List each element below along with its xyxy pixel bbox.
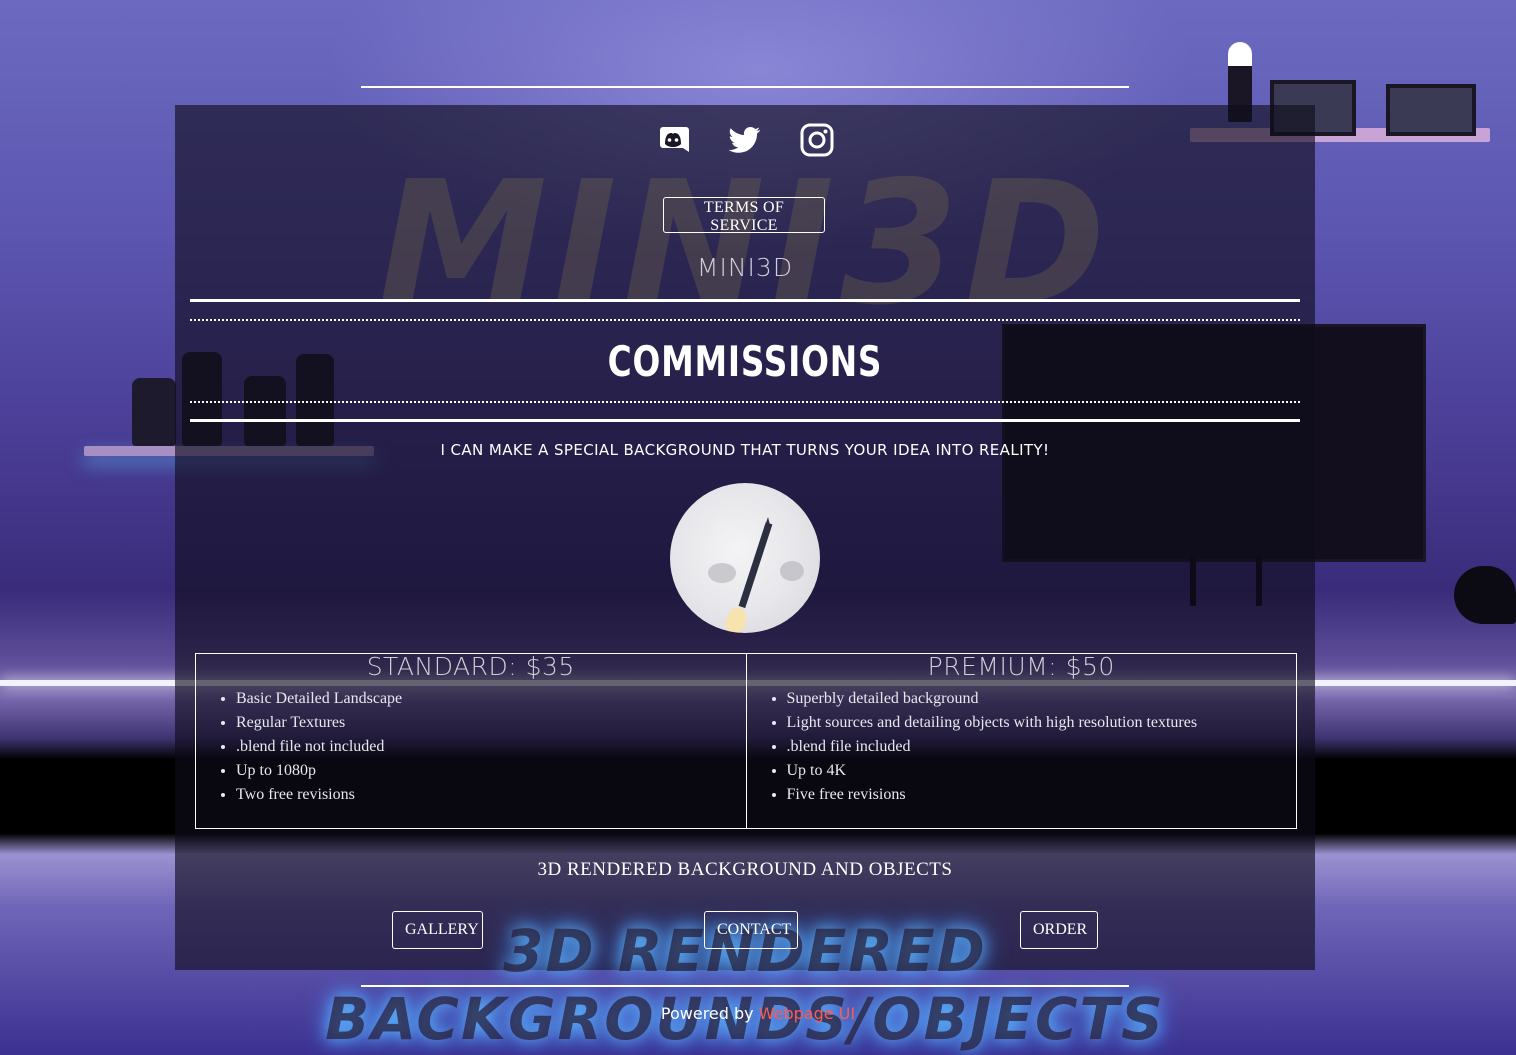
feature-item: .blend file included	[787, 735, 1297, 759]
feature-item: Basic Detailed Landscape	[236, 687, 746, 711]
brand-name: MINI3D	[696, 253, 794, 282]
bottom-divider	[361, 985, 1129, 987]
tier-premium: PREMIUM: $50 Superbly detailed backgroun…	[745, 652, 1297, 828]
feature-item: Five free revisions	[787, 783, 1297, 807]
feature-item: Regular Textures	[236, 711, 746, 735]
order-button[interactable]: ORDER	[1020, 911, 1098, 949]
feature-list: Basic Detailed Landscape Regular Texture…	[196, 687, 746, 807]
divider-dotted	[190, 319, 1300, 321]
main-panel: MINI3D 3D RENDERED BACKGROUNDS/OBJECTS T…	[175, 105, 1315, 1053]
discord-icon[interactable]	[656, 123, 690, 157]
webpage-ui-link[interactable]: Webpage UI	[759, 1004, 855, 1023]
divider-solid	[190, 299, 1300, 302]
terms-of-service-button[interactable]: TERMS OF SERVICE	[663, 197, 825, 234]
divider-dotted	[190, 401, 1300, 403]
top-divider	[361, 86, 1129, 88]
profile-avatar	[670, 483, 820, 633]
tagline: I CAN MAKE A SPECIAL BACKGROUND THAT TUR…	[440, 441, 1050, 459]
tier-title: STANDARD: $35	[366, 652, 575, 681]
feature-list: Superbly detailed background Light sourc…	[747, 687, 1297, 807]
feature-item: Superbly detailed background	[787, 687, 1297, 711]
background-lamp	[1454, 566, 1516, 624]
page-title: COMMISSIONS	[607, 337, 883, 386]
tier-title: PREMIUM: $50	[927, 652, 1115, 681]
background-bottle	[132, 378, 176, 446]
tier-standard: STANDARD: $35 Basic Detailed Landscape R…	[196, 652, 746, 828]
twitter-icon[interactable]	[728, 123, 762, 157]
section-subtitle: 3D RENDERED BACKGROUND AND OBJECTS	[537, 859, 953, 880]
powered-by-label: Powered by	[660, 1004, 754, 1023]
divider-solid	[190, 419, 1300, 422]
feature-item: Light sources and detailing objects with…	[787, 711, 1297, 735]
pricing-tiers: STANDARD: $35 Basic Detailed Landscape R…	[195, 652, 1297, 829]
social-links	[175, 123, 1315, 157]
rocket-launch-icon	[708, 517, 804, 633]
contact-button[interactable]: CONTACT	[704, 911, 798, 949]
feature-item: Up to 1080p	[236, 759, 746, 783]
gallery-button[interactable]: GALLERY	[392, 911, 483, 949]
feature-item: Two free revisions	[236, 783, 746, 807]
powered-by-footer: Powered by Webpage UI	[0, 1004, 1516, 1023]
background-picture-frame	[1386, 84, 1476, 136]
watermark-logo: MINI3D	[378, 145, 1112, 343]
feature-item: .blend file not included	[236, 735, 746, 759]
instagram-icon[interactable]	[800, 123, 834, 157]
feature-item: Up to 4K	[787, 759, 1297, 783]
